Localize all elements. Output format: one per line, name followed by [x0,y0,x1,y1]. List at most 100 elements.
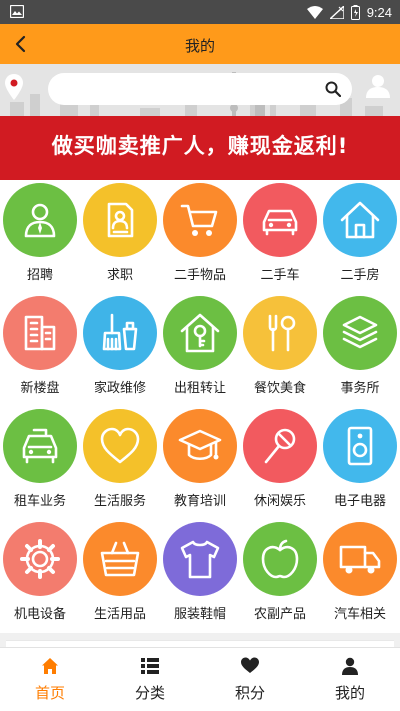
category-icon-circle [323,522,397,596]
category-item[interactable]: 二手物品 [160,180,240,292]
category-item[interactable]: 生活服务 [80,406,160,518]
category-icon-circle [243,296,317,370]
cleaning-icon [102,313,138,351]
banner[interactable]: 做买咖卖推广人，赚现金返利! [0,64,400,180]
wifi-icon [306,5,323,19]
search-input[interactable] [48,73,352,105]
cart-icon [180,204,218,236]
banner-slogan: 做买咖卖推广人，赚现金返利! [51,134,349,158]
category-label: 二手物品 [173,268,226,283]
layers-icon [342,315,378,349]
gear-icon [20,539,60,579]
category-icon-circle [163,183,237,257]
rent-key-icon [180,313,220,353]
category-item[interactable]: 电子电器 [320,406,400,518]
category-label: 招聘 [26,268,53,283]
category-label: 餐饮美食 [253,381,306,396]
category-icon-circle [3,409,77,483]
category-icon-circle [163,409,237,483]
category-icon-circle [163,296,237,370]
category-icon-circle [323,183,397,257]
truck-icon [339,545,381,574]
category-item[interactable]: 新楼盘 [0,293,80,405]
nav-points[interactable]: 积分 [200,648,300,711]
category-item[interactable]: 生活用品 [80,519,160,631]
category-icon-circle [3,522,77,596]
search-icon[interactable] [325,81,341,97]
category-item[interactable]: 二手车 [240,180,320,292]
category-item[interactable]: 租车业务 [0,406,80,518]
nav-home-label: 首页 [34,684,65,702]
car-icon [262,209,298,236]
heart-icon [100,427,140,464]
category-item[interactable]: 教育培训 [160,406,240,518]
status-bar: 9:24 [0,0,400,24]
recruit-icon [24,203,56,238]
nav-mine[interactable]: 我的 [300,648,400,711]
status-time: 9:24 [366,4,392,20]
image-notification-icon [10,5,24,18]
battery-icon [350,4,360,20]
category-item[interactable]: 机电设备 [0,519,80,631]
category-label: 生活用品 [93,607,146,622]
home-icon [42,658,58,674]
house-icon [340,201,380,239]
nav-category[interactable]: 分类 [100,648,200,711]
category-label: 新楼盘 [20,381,60,396]
category-label: 农副产品 [253,607,306,622]
category-item[interactable]: 汽车相关 [320,519,400,631]
category-label: 租车业务 [13,494,66,509]
graduation-cap-icon [178,429,222,461]
resume-icon [107,202,134,238]
category-item[interactable]: 农副产品 [240,519,320,631]
category-label: 二手车 [260,268,300,283]
category-icon-circle [243,183,317,257]
category-item[interactable]: 求职 [80,180,160,292]
category-icon-circle [323,296,397,370]
category-item[interactable]: 休闲娱乐 [240,406,320,518]
category-icon-circle [83,296,157,370]
category-item[interactable]: 家政维修 [80,293,160,405]
category-label: 求职 [106,268,133,283]
taxi-icon [22,428,58,464]
page-title: 我的 [184,37,215,55]
microphone-icon [264,428,296,464]
category-label: 生活服务 [93,494,146,509]
category-icon-circle [83,409,157,483]
title-bar: 我的 [0,24,400,64]
nav-points-label: 积分 [234,684,265,702]
nav-category-label: 分类 [134,684,165,702]
category-item[interactable]: 招聘 [0,180,80,292]
category-icon-circle [83,183,157,257]
category-label: 电子电器 [333,494,386,509]
speaker-icon [347,426,373,466]
category-label: 机电设备 [13,607,66,622]
nav-mine-label: 我的 [334,684,365,702]
tshirt-icon [180,540,220,579]
signal-icon [329,5,344,19]
apple-icon [261,539,299,579]
category-icon-circle [243,522,317,596]
category-label: 教育培训 [173,494,226,509]
category-label: 汽车相关 [333,607,386,622]
building-icon [24,315,56,351]
category-item[interactable]: 服装鞋帽 [160,519,240,631]
category-label: 事务所 [340,381,380,396]
category-item[interactable]: 餐饮美食 [240,293,320,405]
category-icon-circle [323,409,397,483]
category-item[interactable]: 事务所 [320,293,400,405]
cutlery-icon [268,314,296,352]
list-icon [141,658,159,674]
category-item[interactable]: 二手房 [320,180,400,292]
heart-icon [241,657,259,673]
location-pin-icon[interactable] [4,74,24,100]
category-item[interactable]: 出租转让 [160,293,240,405]
category-grid: 招聘 求职 二手物品 二手车 二手房新楼盘 家政维修 出租转让 餐饮美食 事务所租车业务 生活服务… [0,180,400,633]
user-icon [342,657,358,675]
user-profile-icon[interactable] [365,73,391,99]
category-icon-circle [3,183,77,257]
category-label: 休闲娱乐 [253,494,306,509]
category-icon-circle [83,522,157,596]
nav-home[interactable]: 首页 [0,648,100,711]
bottom-nav: 首页 分类 积分 我的 [0,647,400,711]
